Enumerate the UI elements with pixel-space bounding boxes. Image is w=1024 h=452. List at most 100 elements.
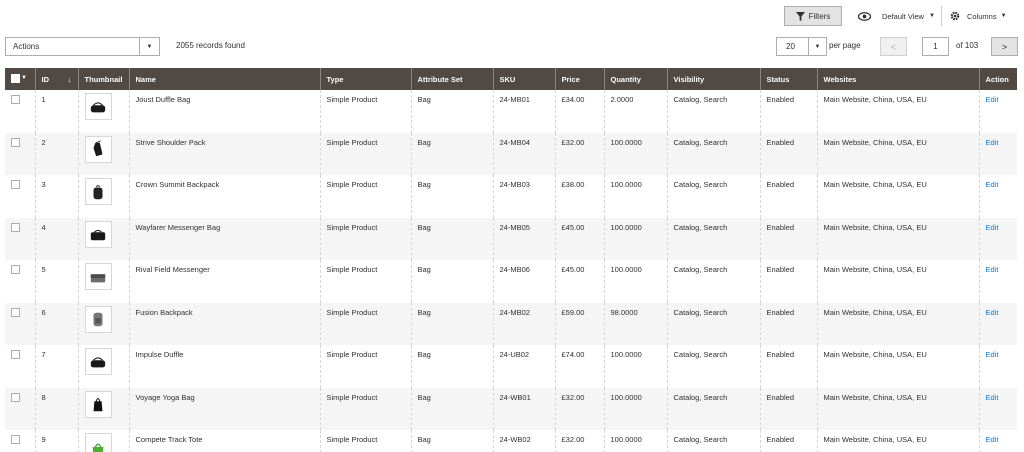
table-row[interactable]: 1 Joust Duffle Bag Simple Product Bag 24-MB0… [5,90,1017,133]
yoga-bag-icon[interactable] [84,390,112,418]
cell-quantity: 100.0000 [603,132,667,175]
chevron-down-icon: ▼ [21,75,27,81]
cell-action: Edit [978,175,1017,218]
column-header-status[interactable]: Status [759,68,817,90]
column-header-type[interactable]: Type [319,68,411,90]
column-header-quantity[interactable]: Quantity [603,68,667,90]
cell-quantity: 100.0000 [603,430,667,452]
edit-link[interactable]: Edit [986,95,999,104]
edit-link[interactable]: Edit [986,435,999,444]
cell-name: Compete Track Tote [128,430,320,452]
column-header-price[interactable]: Price [554,68,604,90]
cell-id: 6 [34,302,78,345]
cell-type: Simple Product [319,387,411,430]
cell-websites: Main Website, China, USA, EU [816,217,979,260]
current-page-input[interactable]: 1 [922,37,949,56]
edit-link[interactable]: Edit [986,308,999,317]
column-header-visibility[interactable]: Visibility [666,68,760,90]
duffle-bag-icon[interactable] [84,93,112,120]
cell-price: £32.00 [554,132,604,175]
cell-type: Simple Product [319,430,411,452]
table-row[interactable]: 4 Wayfarer Messenger Bag Simple Product Bag… [5,217,1017,260]
table-row[interactable]: 7 Impulse Duffle Simple Product Bag 24-UB02 £… [5,345,1017,388]
cell-action: Edit [978,345,1017,388]
table-row[interactable]: 9 Compete Track Tote Simple Product Bag 24-W… [5,430,1017,452]
row-select-cell [5,260,35,303]
cell-price: £32.00 [554,430,604,452]
column-header-name[interactable]: Name [128,68,320,90]
row-checkbox[interactable] [11,95,20,104]
table-row[interactable]: 3 Crown Summit Backpack Simple Product Bag 2… [5,175,1017,218]
cell-thumbnail [77,345,129,388]
cell-websites: Main Website, China, USA, EU [816,260,979,303]
cell-thumbnail [77,260,129,303]
column-header-id[interactable]: ID ↓ [34,68,78,90]
grid-toolbar: Filters Default View ▼ Columns ▼ [0,4,1024,28]
filters-label: Filters [808,11,831,21]
cell-quantity: 100.0000 [603,345,667,388]
edit-link[interactable]: Edit [986,138,999,147]
cell-action: Edit [978,260,1017,303]
row-checkbox[interactable] [11,180,20,189]
backpack-icon[interactable] [84,178,112,205]
mass-select-header[interactable]: ▼ [5,68,35,90]
cell-websites: Main Website, China, USA, EU [816,430,979,452]
duffle-bag-icon[interactable] [84,348,112,375]
previous-page-button[interactable]: < [880,37,907,56]
cell-thumbnail [77,90,129,133]
fusion-backpack-icon[interactable] [84,305,112,333]
shoulder-pack-icon[interactable] [84,135,112,163]
cell-thumbnail [77,430,129,452]
mass-select-checkbox[interactable]: ▼ [11,73,27,83]
cell-type: Simple Product [319,175,411,218]
column-header-sku[interactable]: SKU [492,68,555,90]
cell-status: Enabled [759,430,817,452]
messenger-bag-icon[interactable] [84,220,112,248]
cell-type: Simple Product [319,132,411,175]
column-header-action: Action [978,68,1017,90]
default-view-dropdown[interactable]: Default View ▼ [858,6,935,26]
cell-attribute-set: Bag [410,387,493,430]
column-header-thumbnail: Thumbnail [77,68,129,90]
actions-label: Actions [13,42,40,51]
field-messenger-icon[interactable] [84,263,112,290]
tote-bag-icon[interactable] [84,433,112,452]
cell-quantity: 100.0000 [603,387,667,430]
cell-sku: 24-MB05 [492,217,555,260]
filters-button[interactable]: Filters [784,6,842,26]
row-checkbox[interactable] [11,350,20,359]
edit-link[interactable]: Edit [986,180,999,189]
table-row[interactable]: 2 Strive Shoulder Pack Simple Product Bag 24… [5,132,1017,175]
cell-sku: 24-WB01 [492,387,555,430]
row-checkbox[interactable] [11,265,20,274]
edit-link[interactable]: Edit [986,350,999,359]
edit-link[interactable]: Edit [986,223,999,232]
table-row[interactable]: 6 Fusion Backpack Simple Product Bag 24-MB02… [5,302,1017,345]
checkbox-icon [11,73,20,83]
cell-visibility: Catalog, Search [666,132,760,175]
cell-quantity: 100.0000 [603,260,667,303]
edit-link[interactable]: Edit [986,393,999,402]
table-row[interactable]: 5 Rival Field Messenger Simple Product Bag 2… [5,260,1017,303]
row-checkbox[interactable] [11,222,20,232]
row-checkbox[interactable] [11,307,20,317]
row-checkbox[interactable] [11,435,20,444]
cell-websites: Main Website, China, USA, EU [816,132,979,175]
cell-status: Enabled [759,260,817,303]
edit-link[interactable]: Edit [986,265,999,274]
chevron-down-icon: ▼ [1000,13,1007,19]
columns-dropdown[interactable]: Columns ▼ [950,6,1007,26]
row-checkbox[interactable] [11,392,20,402]
row-checkbox[interactable] [11,137,20,147]
column-header-attribute-set[interactable]: Attribute Set [410,68,493,90]
per-page-select[interactable]: 20 ▼ [776,37,827,56]
cell-thumbnail [77,302,129,345]
next-page-button[interactable]: > [991,37,1018,56]
actions-select[interactable]: Actions ▼ [5,37,160,56]
cell-visibility: Catalog, Search [666,345,760,388]
column-header-websites[interactable]: Websites [816,68,979,90]
per-page-value: 20 [786,42,795,51]
cell-attribute-set: Bag [410,430,493,452]
table-row[interactable]: 8 Voyage Yoga Bag Simple Product Bag 24-WB01… [5,387,1017,430]
cell-sku: 24-MB03 [492,175,555,218]
